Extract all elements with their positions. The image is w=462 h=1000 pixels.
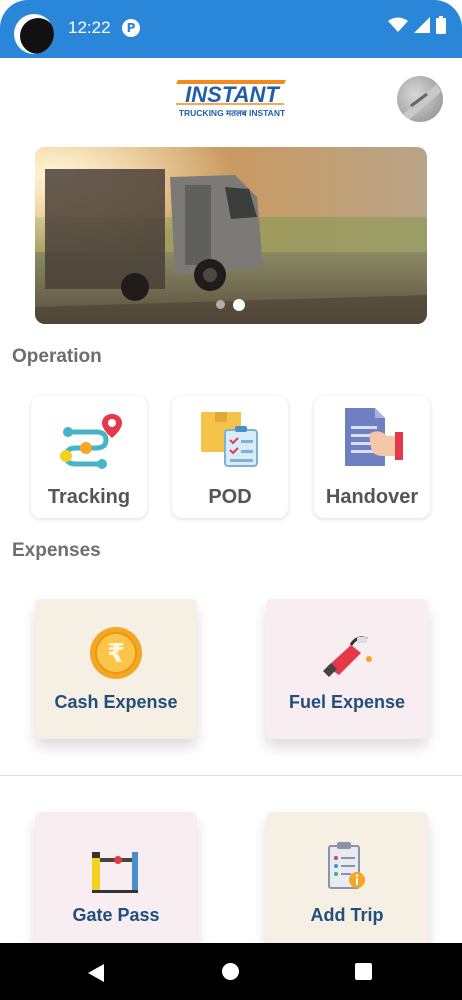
document-hand-icon	[345, 408, 403, 466]
banner-pagination	[216, 299, 245, 311]
barrier-gate-icon	[92, 852, 138, 893]
app-screen: 12:22 P INSTANT TRUCKING मतलब INSTANT Op…	[0, 0, 462, 1000]
gate-pass-card[interactable]: Gate Pass	[35, 812, 197, 962]
fuel-expense-card[interactable]: Fuel Expense	[266, 599, 428, 739]
status-bar: 12:22 P	[0, 0, 462, 58]
route-pin-icon	[60, 414, 122, 469]
logo-tagline: TRUCKING मतलब INSTANT	[179, 108, 286, 118]
promo-banner[interactable]	[35, 147, 427, 324]
handover-label: Handover	[325, 486, 419, 508]
cash-expense-card[interactable]: ₹ Cash Expense	[35, 599, 197, 739]
gate-pass-label: Gate Pass	[72, 905, 160, 925]
add-trip-label: Add Trip	[310, 905, 384, 925]
pod-card[interactable]: POD	[172, 396, 288, 518]
tracking-label: Tracking	[47, 486, 131, 508]
home-icon[interactable]	[222, 963, 239, 980]
svg-text:₹: ₹	[107, 639, 125, 669]
operation-section-title: Operation	[12, 346, 102, 367]
fuel-nozzle-icon	[323, 636, 372, 677]
clipboard-info-icon	[328, 842, 365, 889]
system-icons	[388, 16, 446, 34]
handover-card[interactable]: Handover	[314, 396, 430, 518]
profile-avatar[interactable]	[397, 76, 443, 122]
expenses-section-title: Expenses	[12, 540, 101, 561]
instant-logo: INSTANT TRUCKING मतलब INSTANT	[172, 76, 292, 120]
tracking-card[interactable]: Tracking	[31, 396, 147, 518]
box-checklist-icon	[201, 412, 258, 467]
camera-cutout	[14, 14, 54, 54]
rupee-coin-icon: ₹	[90, 627, 142, 679]
banner-dot[interactable]	[216, 300, 225, 309]
pocket-icon: P	[122, 19, 140, 37]
pod-label: POD	[208, 486, 252, 508]
battery-icon	[436, 16, 446, 34]
banner-dot-active[interactable]	[233, 299, 245, 311]
status-time: 12:22	[68, 18, 111, 37]
section-divider	[0, 775, 462, 776]
wifi-icon	[388, 17, 408, 32]
fuel-expense-label: Fuel Expense	[288, 692, 406, 712]
add-trip-card[interactable]: Add Trip	[266, 812, 428, 962]
signal-icon	[414, 17, 430, 33]
back-icon[interactable]	[88, 964, 104, 982]
truck-banner-image	[35, 147, 427, 324]
cash-expense-label: Cash Expense	[54, 692, 178, 712]
recents-icon[interactable]	[355, 963, 372, 980]
